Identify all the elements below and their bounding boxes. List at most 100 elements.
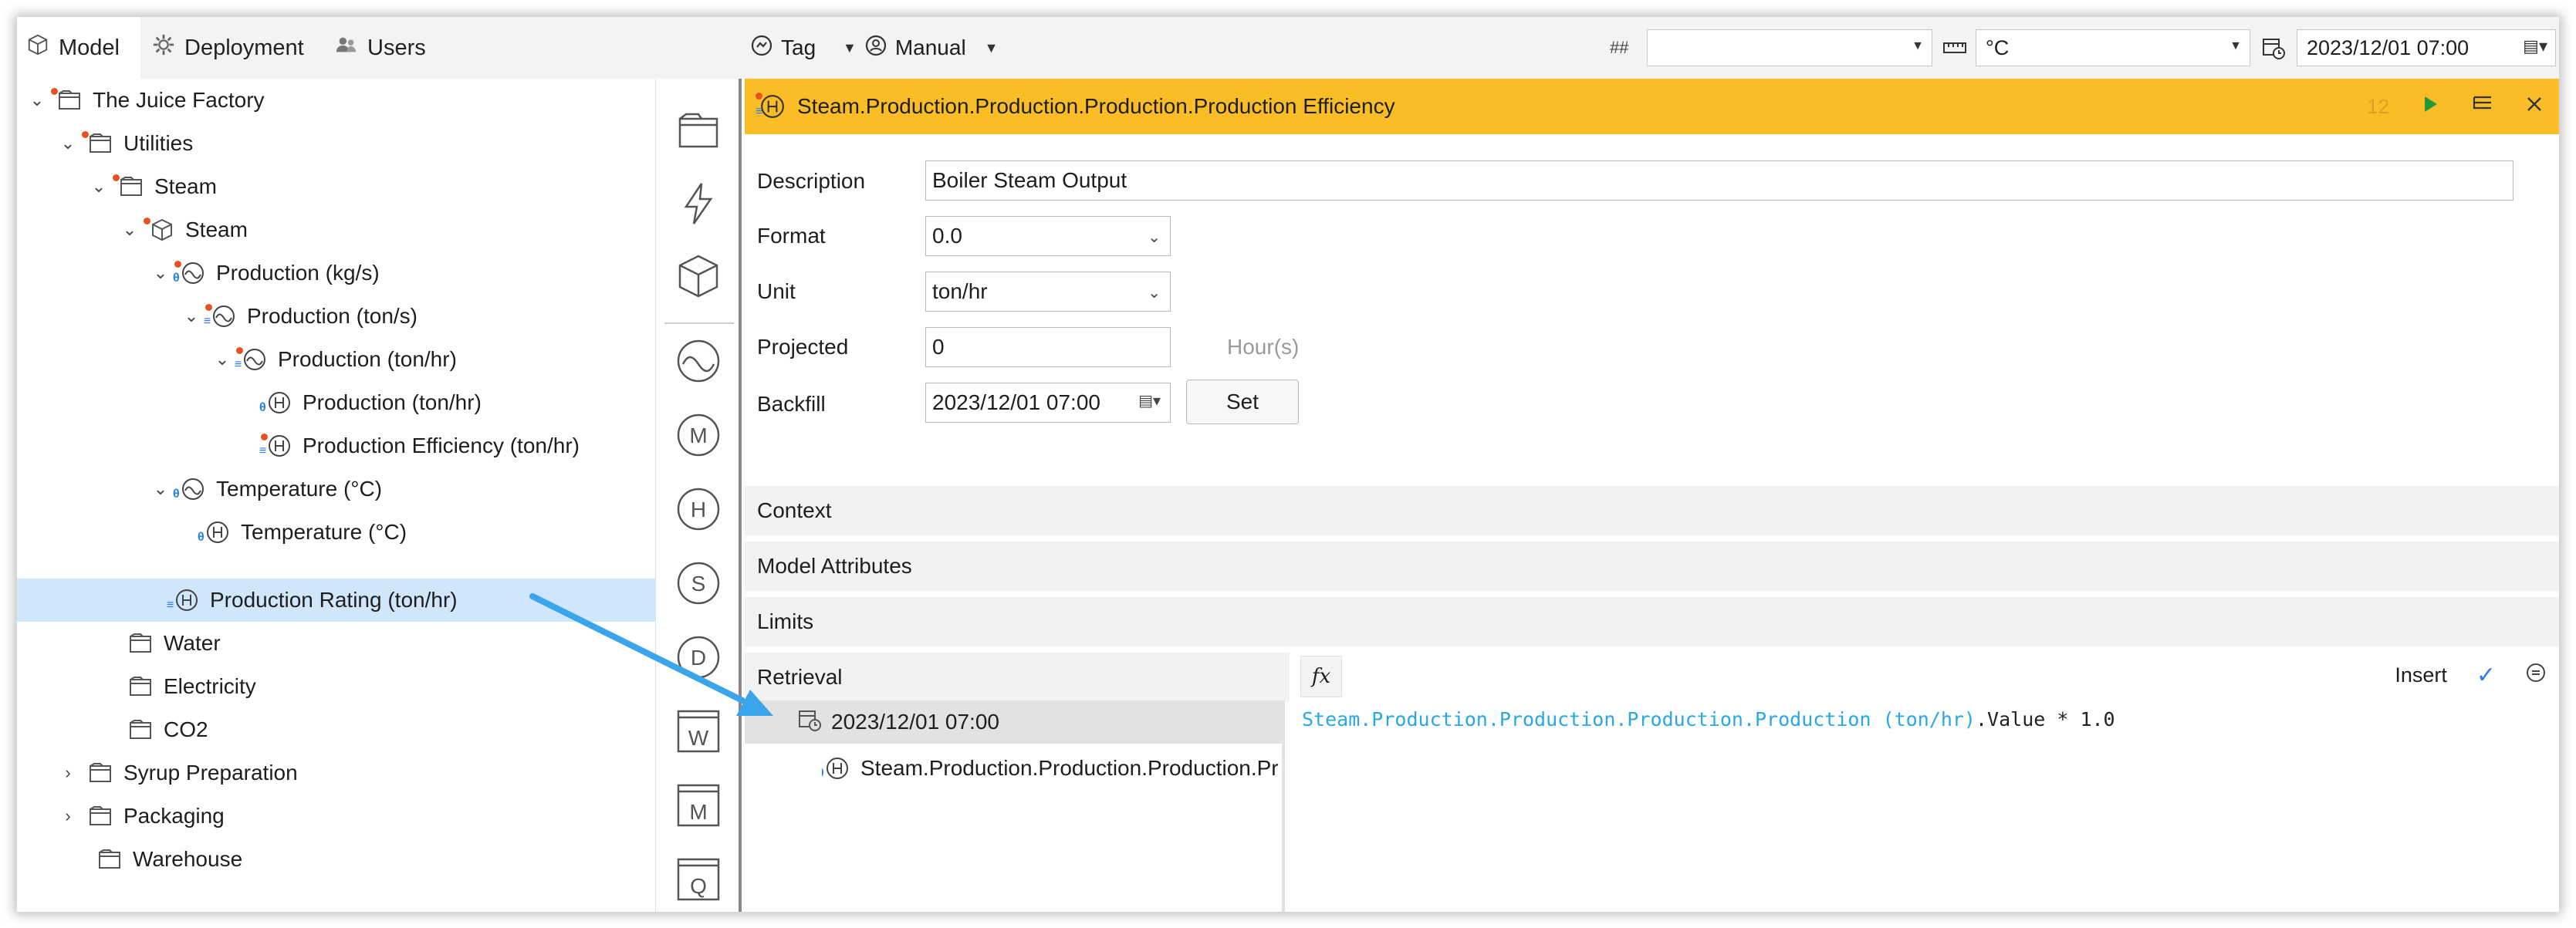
expression-rest: .Value * 1.0: [1975, 708, 2115, 731]
chevron-down-icon: ▼: [2229, 39, 2242, 52]
projected-input[interactable]: 0: [925, 327, 1171, 367]
tree-node-production-ton-hr[interactable]: ⌄ ≡ Production (ton/hr): [211, 338, 457, 381]
cube-icon: [26, 33, 49, 62]
chevron-down-icon[interactable]: ⌄: [150, 263, 171, 283]
h-circle-icon[interactable]: H: [674, 484, 723, 534]
backfill-value: 2023/12/01 07:00: [932, 390, 1100, 414]
tree-node-packaging[interactable]: › Packaging: [57, 795, 225, 838]
formula-editor[interactable]: Steam.Production.Production.Production.P…: [1290, 700, 2559, 912]
wave-icon[interactable]: [674, 336, 723, 386]
fx-button[interactable]: fx: [1300, 656, 1342, 697]
tree-node-co2[interactable]: CO2: [125, 708, 208, 751]
section-model-attributes[interactable]: Model Attributes: [745, 538, 2559, 591]
detail-header: ≡ Steam.Production.Production.Production…: [745, 79, 2559, 134]
expression-reference: Steam.Production.Production.Production.P…: [1302, 708, 1976, 731]
tab-label: Deployment: [184, 35, 304, 60]
ruler-icon: [1942, 17, 1967, 79]
retrieval-timestamp-row[interactable]: 2023/12/01 07:00: [745, 700, 1282, 744]
tree-node-utilities[interactable]: ⌄ Utilities: [57, 122, 193, 165]
tree-node-production-kg-s[interactable]: ⌄ θ Production (kg/s): [150, 251, 380, 295]
chevron-down-icon[interactable]: ⌄: [211, 349, 233, 370]
gauge-icon: [750, 34, 773, 62]
m-circle-icon[interactable]: M: [674, 410, 723, 460]
tree-node-temperature-tag[interactable]: θ Temperature (°C): [198, 511, 407, 554]
tree-node-syrup-preparation[interactable]: › Syrup Preparation: [57, 751, 297, 795]
retrieval-timestamp: 2023/12/01 07:00: [831, 710, 999, 734]
tree-label: Steam: [185, 218, 248, 241]
detail-panel: ≡ Steam.Production.Production.Production…: [745, 79, 2559, 912]
tree-node-steam-asset[interactable]: ⌄ Steam: [119, 208, 248, 251]
user-circle-icon: [864, 34, 887, 62]
manual-dropdown[interactable]: ▼ Manual ▼: [843, 17, 999, 79]
w-square-icon[interactable]: W: [674, 707, 723, 756]
tree-node-steam-folder[interactable]: ⌄ Steam: [88, 165, 217, 208]
historian-icon: ≡: [259, 430, 295, 461]
tab-users[interactable]: Users: [335, 17, 426, 79]
datetime-picker[interactable]: 2023/12/01 07:00 ▤▾: [2297, 29, 2556, 66]
unit-value: ton/hr: [932, 279, 988, 303]
tree-node-water[interactable]: Water: [125, 622, 221, 665]
d-circle-icon[interactable]: D: [674, 633, 723, 682]
folder-icon[interactable]: [674, 106, 723, 156]
tag-button[interactable]: Tag: [750, 17, 816, 79]
chevron-right-icon[interactable]: ›: [57, 806, 79, 826]
calendar-icon[interactable]: ▤▾: [1138, 391, 1161, 410]
tree-label: Temperature (°C): [216, 477, 383, 501]
gear-icon: [152, 33, 175, 62]
tree-list-icon[interactable]: [2471, 93, 2494, 120]
calendar-icon[interactable]: ▤▾: [2523, 36, 2547, 56]
chevron-down-icon[interactable]: ⌄: [181, 306, 202, 326]
tab-deployment[interactable]: Deployment: [152, 17, 304, 79]
historian-icon: θ: [822, 753, 853, 784]
tree-label: Production Rating (ton/hr): [210, 588, 458, 612]
tree-node-production-rating[interactable]: ≡ Production Rating (ton/hr): [167, 579, 458, 622]
unit-select-value: °C: [1986, 35, 2010, 59]
section-context[interactable]: Context: [745, 483, 2559, 535]
unit-select[interactable]: ton/hr ⌄: [925, 272, 1171, 312]
blank-select[interactable]: ▼: [1647, 29, 1932, 66]
tree-node-the-juice-factory[interactable]: ⌄ The Juice Factory: [26, 79, 265, 122]
check-icon[interactable]: ✓: [2476, 662, 2496, 689]
chevron-down-icon[interactable]: ⌄: [88, 177, 110, 197]
description-input[interactable]: Boiler Steam Output: [925, 160, 2513, 201]
tree-node-electricity[interactable]: Electricity: [125, 665, 256, 708]
section-limits[interactable]: Limits: [745, 594, 2559, 646]
insert-button[interactable]: Insert: [2395, 663, 2447, 687]
chevron-down-icon: ▼: [984, 39, 999, 56]
divider: [664, 322, 734, 324]
chevron-down-icon[interactable]: ⌄: [57, 133, 79, 154]
unit-label: Unit: [757, 279, 796, 303]
tree-node-temperature[interactable]: ⌄ θ Temperature (°C): [150, 467, 382, 511]
retrieval-source-row[interactable]: θ Steam.Production.Production.Production…: [822, 747, 1285, 790]
unit-select[interactable]: °C ▼: [1976, 29, 2250, 66]
chevron-down-icon: ⌄: [1148, 229, 1161, 246]
s-circle-icon[interactable]: S: [674, 558, 723, 608]
chevron-down-icon[interactable]: ⌄: [119, 220, 140, 240]
set-button[interactable]: Set: [1186, 380, 1299, 424]
backfill-datetime[interactable]: 2023/12/01 07:00 ▤▾: [925, 383, 1171, 423]
historian-icon: ≡: [756, 91, 789, 122]
tree-label: Packaging: [123, 804, 225, 828]
chevron-down-icon[interactable]: ⌄: [150, 479, 171, 499]
close-icon[interactable]: [2525, 94, 2544, 119]
lightning-icon[interactable]: [674, 179, 723, 228]
chevron-down-icon[interactable]: ⌄: [26, 90, 48, 110]
tree-node-production-efficiency[interactable]: ≡ Production Efficiency (ton/hr): [259, 424, 580, 467]
chevron-right-icon[interactable]: ›: [57, 763, 79, 783]
tree-node-warehouse[interactable]: Warehouse: [94, 838, 242, 881]
folder-icon: [125, 714, 156, 745]
svg-text:D: D: [691, 646, 706, 670]
chevron-down-icon: ▼: [1912, 39, 1924, 52]
tree-label: The Juice Factory: [93, 88, 265, 112]
section-retrieval[interactable]: Retrieval: [745, 650, 1290, 702]
tab-model[interactable]: Model: [17, 17, 140, 79]
tree-node-production-ton-hr-tag[interactable]: θ Production (ton/hr): [259, 381, 482, 424]
tree-node-production-ton-s[interactable]: ⌄ ≡ Production (ton/s): [181, 295, 418, 338]
format-select[interactable]: 0.0 ⌄: [925, 216, 1171, 256]
play-icon[interactable]: [2420, 93, 2440, 120]
equals-circle-icon[interactable]: [2525, 662, 2547, 689]
m-square-icon[interactable]: M: [674, 781, 723, 830]
q-square-icon[interactable]: Q: [674, 855, 723, 904]
cube-icon[interactable]: [674, 251, 723, 301]
properties-form: Description Boiler Steam Output Format 0…: [745, 134, 2559, 485]
